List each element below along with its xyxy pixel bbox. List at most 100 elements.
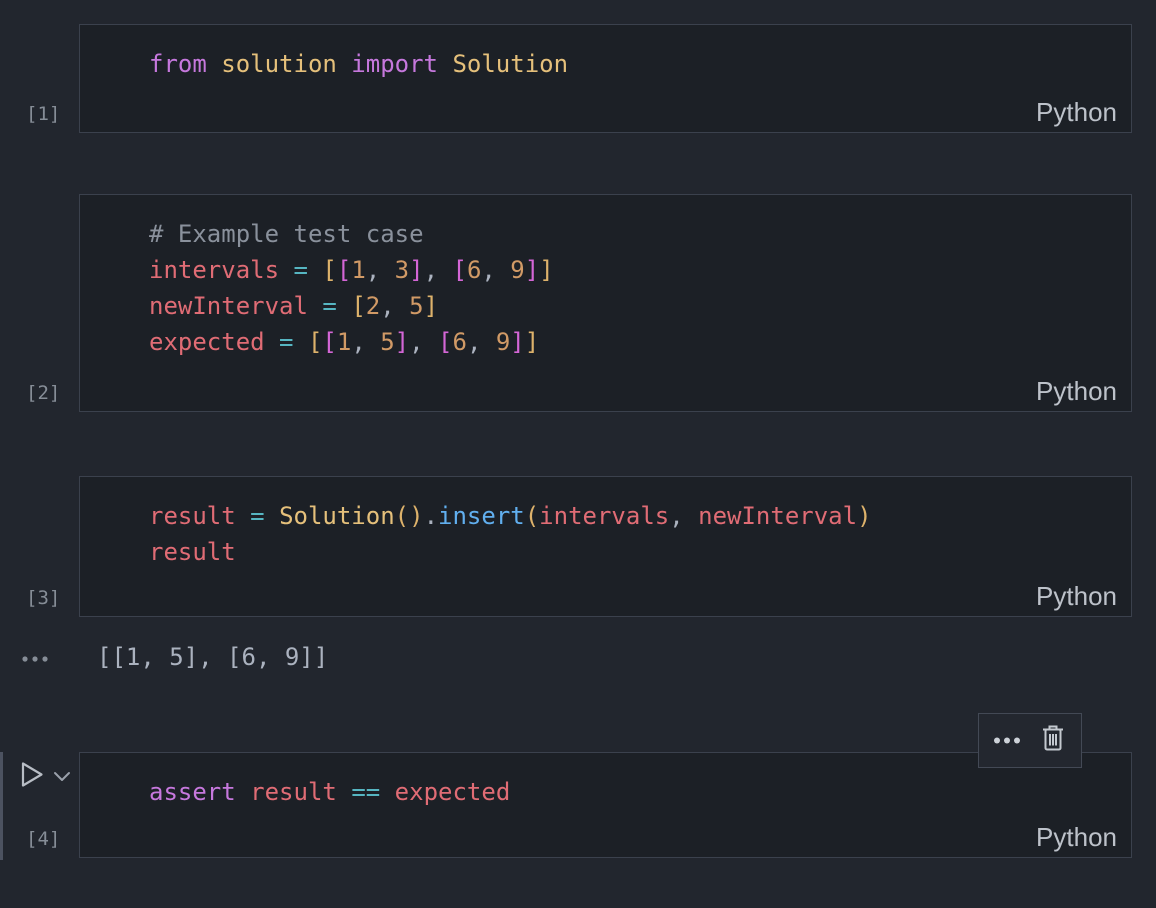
execution-count: [1] [26, 103, 60, 125]
code-token: expected [149, 328, 265, 356]
language-picker[interactable]: Python [1036, 376, 1117, 407]
code-cell-2: # Example test case intervals = [[1, 3], … [79, 194, 1132, 412]
code-token: , [669, 502, 698, 530]
code-token [236, 502, 250, 530]
code-token: [ [322, 256, 336, 284]
code-token: 3 [395, 256, 409, 284]
code-token: , [366, 256, 395, 284]
code-token: ( [525, 502, 539, 530]
cell-output-text: [[1, 5], [6, 9]] [97, 639, 328, 675]
code-token [438, 50, 452, 78]
code-token: 9 [496, 328, 510, 356]
code-token [294, 328, 308, 356]
code-token [279, 256, 293, 284]
code-line: intervals = [[1, 3], [6, 9]] [149, 252, 1131, 288]
code-token: , [351, 328, 380, 356]
code-line: expected = [[1, 5], [6, 9]] [149, 324, 1131, 360]
code-line: assert result == expected [149, 774, 1131, 810]
run-cell-button[interactable] [19, 760, 45, 794]
code-token: 1 [337, 328, 351, 356]
code-token: ] [525, 328, 539, 356]
code-editor[interactable]: from solution import Solution [80, 25, 1131, 82]
code-token [337, 778, 351, 806]
code-editor[interactable]: assert result == expected [80, 753, 1131, 810]
code-token: , [409, 328, 438, 356]
ellipsis-icon [992, 732, 1022, 750]
code-token: result [149, 538, 236, 566]
code-token: ( [395, 502, 409, 530]
code-token: = [322, 292, 336, 320]
more-actions-button[interactable] [989, 721, 1025, 761]
code-line: newInterval = [2, 5] [149, 288, 1131, 324]
code-token: = [279, 328, 293, 356]
code-token: ] [409, 256, 423, 284]
delete-cell-button[interactable] [1035, 721, 1071, 761]
code-token: = [294, 256, 308, 284]
code-token: . [424, 502, 438, 530]
code-token: Solution [279, 502, 395, 530]
language-picker[interactable]: Python [1036, 97, 1117, 128]
code-token: Solution [452, 50, 568, 78]
code-token: , [467, 328, 496, 356]
code-token: intervals [149, 256, 279, 284]
execution-count: [3] [26, 587, 60, 609]
code-token: solution [221, 50, 337, 78]
code-line: result [149, 534, 1131, 570]
code-token: ] [510, 328, 524, 356]
code-token: [ [337, 256, 351, 284]
code-token: , [424, 256, 453, 284]
code-token: newInterval [698, 502, 857, 530]
code-line: from solution import Solution [149, 46, 1131, 82]
code-cell-3: result = Solution().insert(intervals, ne… [79, 476, 1132, 617]
code-token [308, 256, 322, 284]
code-token: ) [409, 502, 423, 530]
code-token [265, 502, 279, 530]
code-token: result [250, 778, 337, 806]
code-token: # Example test case [149, 220, 424, 248]
code-token: assert [149, 778, 236, 806]
code-token: import [351, 50, 438, 78]
code-token [308, 292, 322, 320]
code-token: , [481, 256, 510, 284]
code-cell-1: from solution import Solution Python [79, 24, 1132, 133]
run-options-button[interactable] [53, 770, 71, 788]
code-token [380, 778, 394, 806]
execution-count: [4] [26, 828, 60, 850]
focused-cell-indicator [0, 752, 3, 860]
code-token: [ [322, 328, 336, 356]
trash-icon [1041, 724, 1065, 757]
code-line: result = Solution().insert(intervals, ne… [149, 498, 1131, 534]
code-token: insert [438, 502, 525, 530]
code-line: # Example test case [149, 216, 1131, 252]
code-editor[interactable]: result = Solution().insert(intervals, ne… [80, 477, 1131, 570]
output-ellipsis-icon[interactable] [21, 650, 49, 668]
notebook: from solution import Solution Python [1]… [0, 0, 1156, 908]
code-token: 5 [380, 328, 394, 356]
code-token: , [380, 292, 409, 320]
code-token: ] [424, 292, 438, 320]
chevron-down-icon [53, 770, 71, 787]
code-token: [ [308, 328, 322, 356]
code-token: == [351, 778, 380, 806]
code-token [337, 292, 351, 320]
language-picker[interactable]: Python [1036, 581, 1117, 612]
code-token: from [149, 50, 207, 78]
code-token: ] [395, 328, 409, 356]
code-token: 9 [510, 256, 524, 284]
code-cell-4: assert result == expected Python [79, 752, 1132, 858]
code-token: 6 [467, 256, 481, 284]
code-token: expected [395, 778, 511, 806]
code-token: result [149, 502, 236, 530]
code-token: 6 [452, 328, 466, 356]
code-token: intervals [539, 502, 669, 530]
language-picker[interactable]: Python [1036, 822, 1117, 853]
execution-count: [2] [26, 382, 60, 404]
code-editor[interactable]: # Example test case intervals = [[1, 3], … [80, 195, 1131, 360]
code-token: 2 [366, 292, 380, 320]
code-token: newInterval [149, 292, 308, 320]
cell-toolbar [978, 713, 1082, 768]
code-token: 5 [409, 292, 423, 320]
code-token: ] [525, 256, 539, 284]
code-token: [ [351, 292, 365, 320]
code-token: [ [438, 328, 452, 356]
